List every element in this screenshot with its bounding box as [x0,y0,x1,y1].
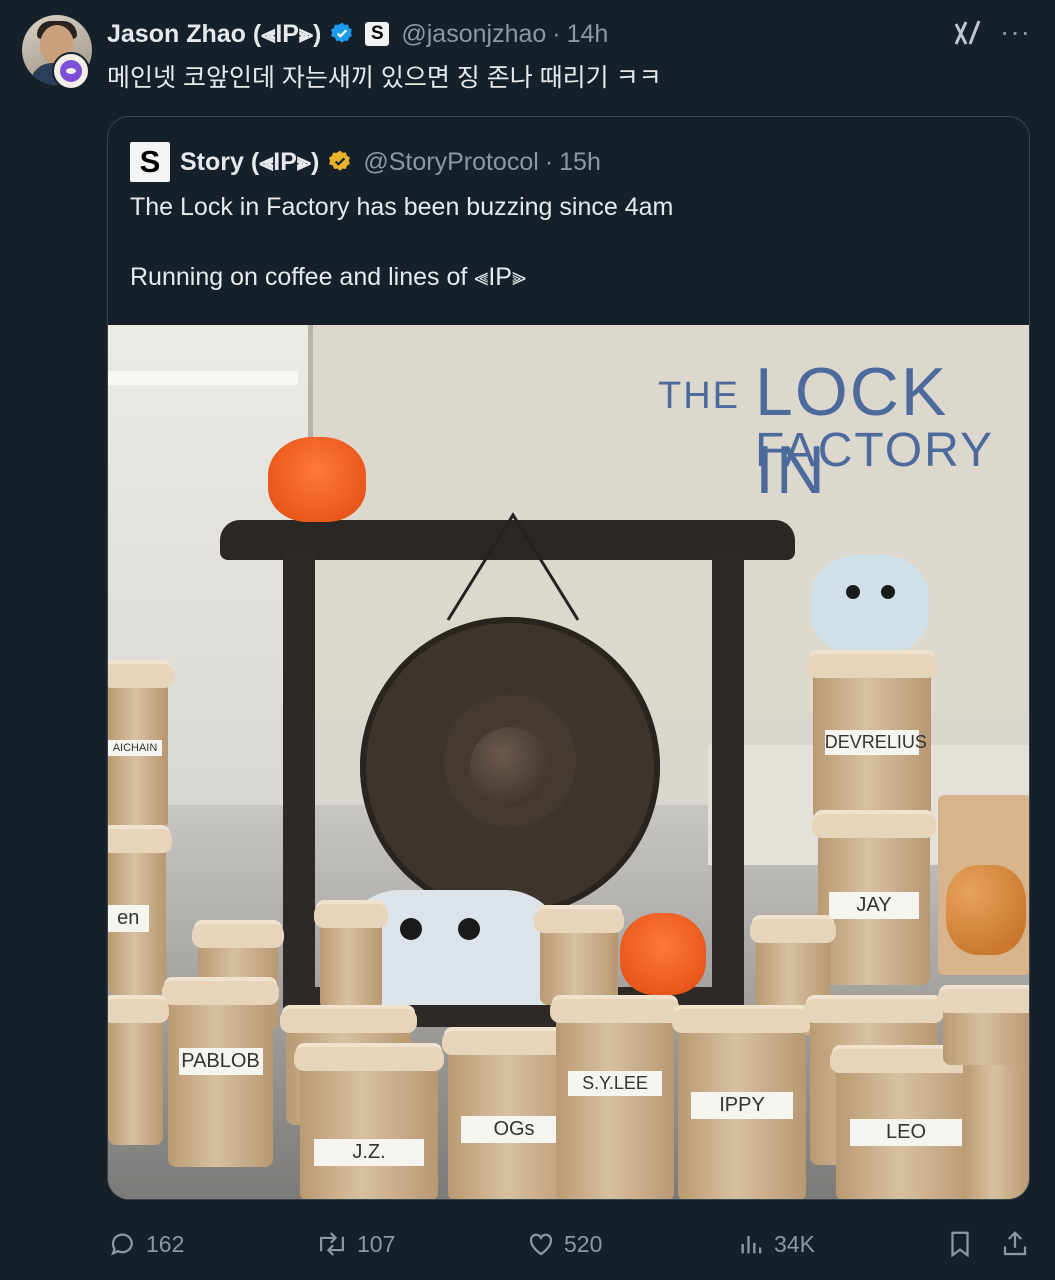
orange-mascot [268,437,366,522]
tweet-header: Jason Zhao (⫷IP⫸) S @jasonjzhao · 14h [107,17,608,51]
quote-text-line2: Running on coffee and lines of ⫷IP⫸ [130,263,527,291]
share-button[interactable] [1000,1222,1038,1266]
coffee-cup [957,1029,1029,1199]
repost-count: 107 [357,1230,396,1257]
reply-count: 162 [146,1230,185,1257]
ip-glyph-left-icon: ⫷ [474,263,489,291]
coffee-cup: JAY [812,814,936,985]
like-button[interactable]: 520 [526,1222,602,1266]
coffee-cup [534,909,624,1005]
timestamp[interactable]: 14h [567,20,609,49]
quote-timestamp: 15h [559,147,601,176]
views-count: 34K [774,1230,815,1257]
author-name[interactable]: Jason Zhao (⫷IP⫸) [107,20,321,49]
quote-handle: @StoryProtocol [363,147,539,176]
verified-gold-icon [329,150,351,171]
coffee-cup: J.Z. [294,1047,444,1199]
share-icon [1003,1231,1027,1256]
separator: · [552,19,561,48]
quoted-tweet[interactable]: S Story (⫷IP⫸) @StoryProtocol · 15h The … [107,116,1030,1200]
affiliate-badge-icon [52,52,90,90]
board-text-the: THE [658,375,740,417]
bookmark-icon [951,1231,969,1258]
action-bar: 162 107 520 34K [0,1222,1055,1266]
quote-author-name: Story (⫷IP⫸) [180,147,320,176]
coffee-cup [314,904,388,1010]
coffee-cup: PABLOB [162,981,279,1167]
reply-icon [111,1233,133,1256]
bookmark-button[interactable] [945,1222,983,1266]
star-mascot [811,555,929,655]
reply-button[interactable]: 162 [108,1222,184,1266]
repost-button[interactable]: 107 [315,1222,395,1266]
coffee-cup [937,989,1029,1065]
story-logo-icon: S [130,142,170,182]
views-icon [741,1235,762,1254]
coffee-cup: DEVRELIUS [807,654,937,820]
tweet-text: 메인넷 코앞인데 자는새끼 있으면 징 존나 때리기 ㅋㅋ [107,64,662,92]
quote-header: S Story (⫷IP⫸) @StoryProtocol · 15h [130,142,601,182]
grok-icon[interactable] [952,18,982,48]
coffee-cup: LEO [830,1049,982,1199]
gong-cord [446,512,580,621]
separator: · [544,147,554,176]
verified-blue-icon [331,22,353,43]
coffee-cup: en [108,829,172,995]
author-handle[interactable]: @jasonjzhao [401,20,546,49]
coffee-cup: AICHAIN [108,664,174,830]
ip-glyph-right-icon: ⫸ [296,147,312,176]
orange-mascot-small [620,913,706,995]
repost-icon [319,1232,345,1256]
quote-photo[interactable]: THE LOCK IN FACTORY AICHAIN en DEVRELIUS… [108,325,1029,1199]
like-icon [529,1233,553,1256]
ip-glyph-left-icon: ⫷ [261,19,276,48]
ip-glyph-right-icon: ⫸ [511,263,527,291]
quote-text-line1: The Lock in Factory has been buzzing sin… [130,193,674,221]
coffee-cup [108,999,169,1145]
like-count: 520 [564,1230,603,1257]
more-icon[interactable]: ··· [1000,16,1031,48]
ip-glyph-right-icon: ⫸ [298,19,314,48]
story-affiliate-icon: S [365,22,390,46]
ip-glyph-left-icon: ⫷ [259,147,274,176]
coffee-cup: S.Y.LEE [550,999,680,1199]
board-text-factory: FACTORY [755,424,994,477]
coffee-cup: IPPY [672,1009,812,1199]
views-button[interactable]: 34K [738,1222,815,1266]
